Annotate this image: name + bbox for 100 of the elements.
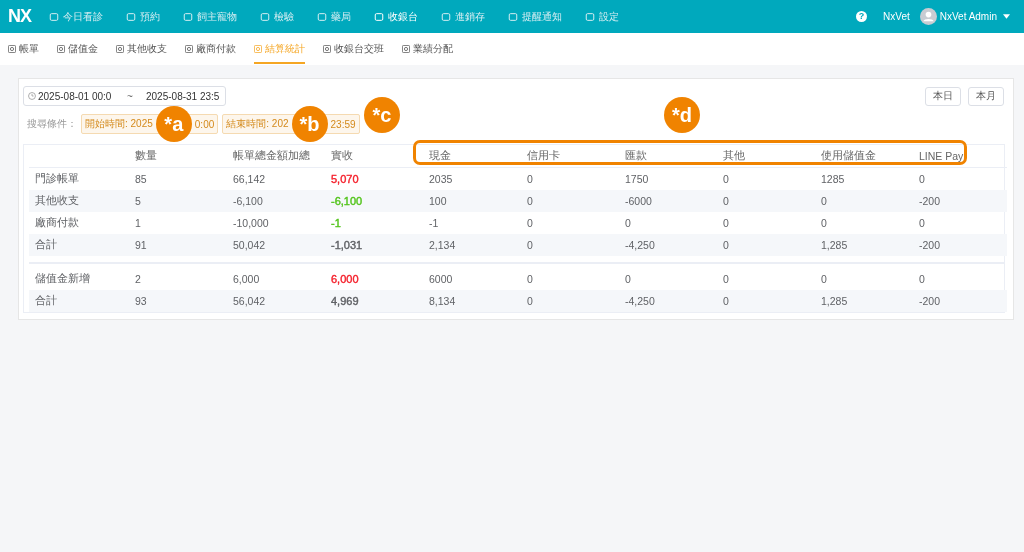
table-cell-text: 1,285 [820,239,849,251]
column-header: 使用儲值金 [820,149,877,163]
end-date: 2025-08-31 23:5 [146,90,221,102]
menu-icon [49,11,59,22]
table-cell-text: 0 [526,195,534,207]
table-cell-text: 0 [526,217,534,229]
table-cell-text: -4,250 [624,295,656,307]
tab-icon [8,45,16,53]
start-date: 2025-08-01 00:0 [38,90,113,102]
table-cell-text: -4,250 [624,239,656,251]
table-cell-text: 6,000 [232,273,261,285]
table-cell-text: 其他收支 [34,194,80,208]
menu-icon [317,11,327,22]
table-cell-text: 1 [134,217,142,229]
nav-menu-item[interactable]: 今日看診 [49,9,103,24]
tab[interactable]: 結算統計 [254,34,305,64]
logo[interactable]: NX [8,6,31,27]
table-cell-text: 1,285 [820,295,849,307]
column-header: 匯款 [624,149,648,163]
table-cell-text: 0 [526,273,534,285]
column-header: 帳單總金額加總 [232,149,311,163]
table-cell-text: 1750 [624,173,650,185]
table-cell-text: 0 [820,195,828,207]
table-cell: 6,000 [331,273,359,285]
table-cell-text: -200 [918,239,941,251]
table-cell: -1,031 [331,239,363,251]
table-cell-text: 0 [722,173,730,185]
table-cell-text: 50,042 [232,239,267,251]
table-cell-text: 2,134 [428,239,457,251]
table-cell-text: 0 [722,273,730,285]
table-cell-text: 0 [624,273,632,285]
column-header: 其他 [722,149,746,163]
nav-menu-item[interactable]: 提醒通知 [508,9,562,24]
tab[interactable]: 帳單 [8,34,39,64]
nav-menu-item[interactable]: 進銷存 [441,9,485,24]
nav-menu-item[interactable]: 飼主寵物 [183,9,237,24]
table-cell-text: 0 [820,217,828,229]
caret-icon [1003,14,1010,19]
table-cell-text: 93 [134,295,148,307]
tab-icon [323,45,331,53]
table-cell-text: 0 [918,217,926,229]
tab-icon [254,45,262,53]
nav-menu-item[interactable]: 檢驗 [260,9,294,24]
table-cell-text: -200 [918,195,941,207]
tab[interactable]: 儲值金 [57,34,98,64]
column-header: 現金 [428,149,452,163]
tab[interactable]: 廠商付款 [185,34,236,64]
table-cell-text: 85 [134,173,148,185]
table-cell-text: 0 [918,173,926,185]
table-cell-text: 2035 [428,173,454,185]
menu-icon [508,11,518,22]
tab[interactable]: 收銀台交班 [323,34,384,64]
table-cell-text: 91 [134,239,148,251]
tab-icon [185,45,193,53]
table-cell: 4,969 [331,295,359,307]
table-cell-text: 56,042 [232,295,267,307]
table-cell-text: 0 [526,239,534,251]
tab-icon [402,45,410,53]
table-cell-text: 0 [526,295,534,307]
table-cell-text: 0 [820,273,828,285]
column-header: 數量 [134,149,158,163]
table-cell-text: 0 [722,239,730,251]
column-header: 實收 [330,149,354,163]
table-cell-text: -6,100 [232,195,264,207]
tab[interactable]: 其他收支 [116,34,167,64]
avatar-icon [919,8,937,25]
menu-icon [585,11,595,22]
table-cell-text: 5 [134,195,142,207]
menu-icon [260,11,270,22]
nav-menu-item[interactable]: 藥局 [317,9,351,24]
column-header: 信用卡 [526,149,561,163]
table-cell-text: 0 [722,195,730,207]
table-cell-text: 儲值金新增 [34,272,91,286]
clock-icon [28,92,36,100]
table-cell-text: -200 [918,295,941,307]
annotation-marker: *b [291,106,328,142]
quick-range-button[interactable]: 本月 [968,86,1004,106]
quick-range-button[interactable]: 本日 [925,86,961,106]
nav-menu-item[interactable]: 收銀台 [374,9,418,24]
table-cell-text: 8,134 [428,295,457,307]
table-cell-text: 0 [526,173,534,185]
table-cell-text: 0 [918,273,926,285]
menu-icon [126,11,136,22]
tab-icon [57,45,65,53]
user-menu[interactable]: NxVet Admin [919,8,1010,25]
table-cell-text: 0 [624,217,632,229]
nav-menu-item[interactable]: 預約 [126,9,160,24]
tab[interactable]: 業績分配 [402,34,453,64]
date-range-field[interactable]: 2025-08-01 00:0 ~ 2025-08-31 23:5 [23,86,226,106]
help-button[interactable]: ? [856,11,868,22]
table-cell-text: -10,000 [232,217,270,229]
table-cell-text: 門診帳單 [34,172,80,186]
nav-menu-item[interactable]: 設定 [585,9,619,24]
menu-icon [183,11,193,22]
table-cell-text: 1285 [820,173,846,185]
table-cell-text: 2 [134,273,142,285]
table-cell: 5,070 [331,173,359,185]
search-conditions-label: 搜尋條件： [27,117,77,131]
table-cell-text: 合計 [34,294,58,308]
table-cell: -6,100 [331,195,363,207]
